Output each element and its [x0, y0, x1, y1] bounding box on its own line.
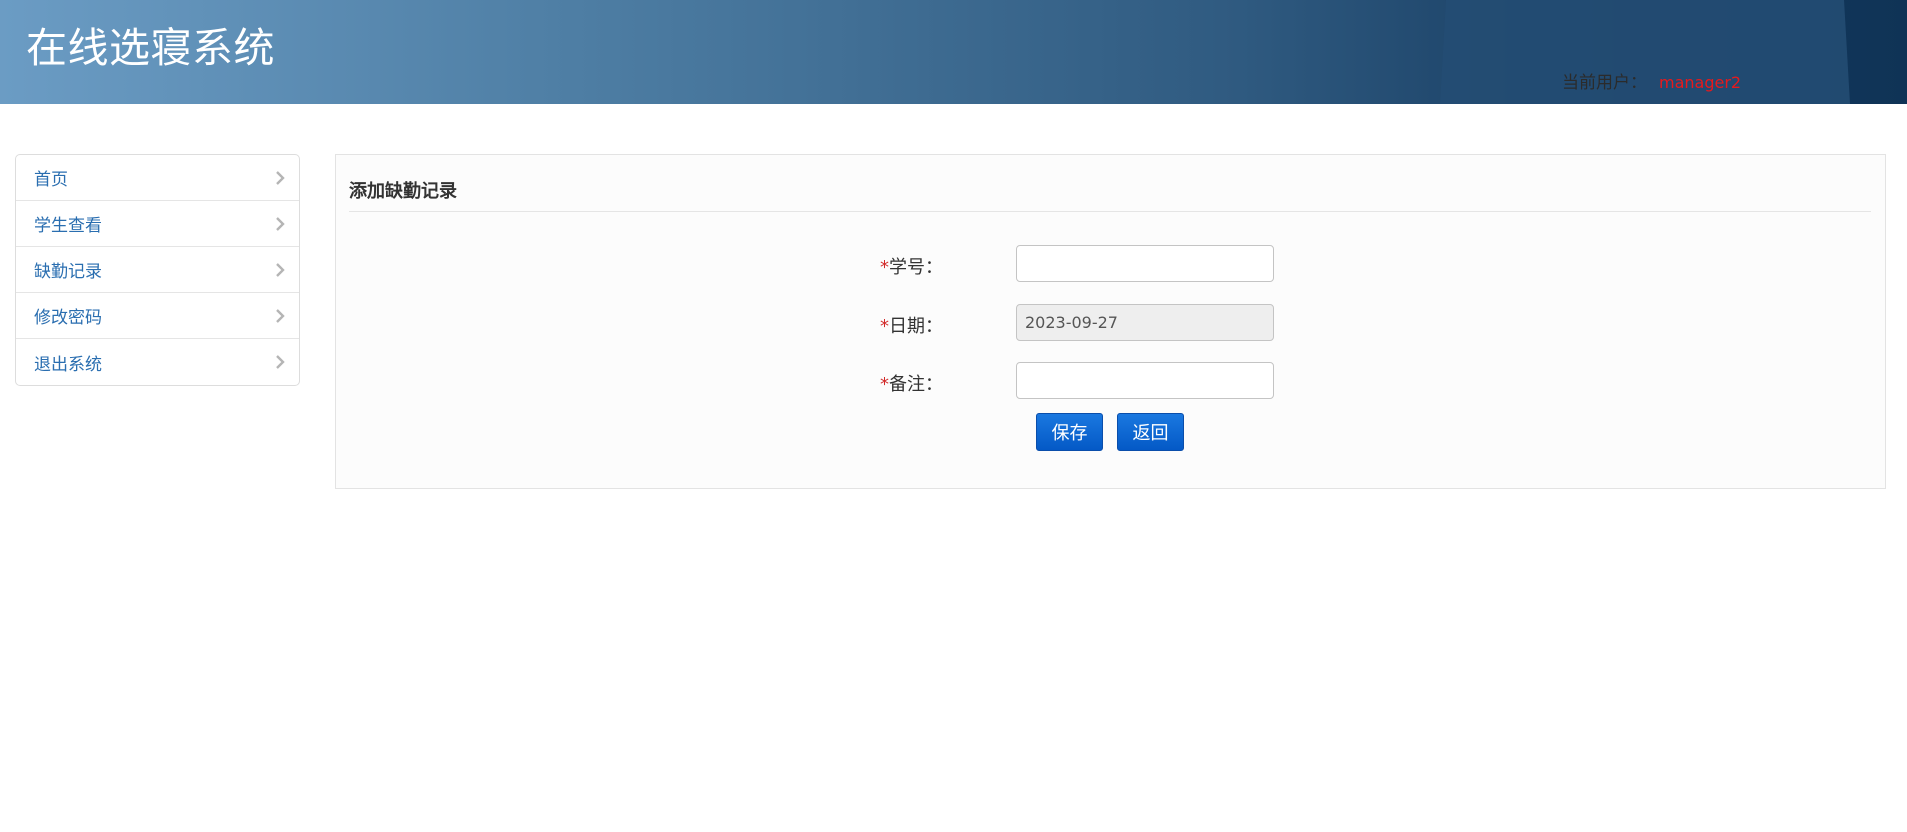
remark-input[interactable] [1016, 362, 1274, 399]
sidebar-item-label: 修改密码 [34, 308, 102, 328]
required-marker: * [880, 257, 889, 278]
student-id-label: *学号： [880, 257, 943, 278]
main-panel: 添加缺勤记录 *学号： *日期： *备注： 保存 返回 [335, 154, 1886, 489]
sidebar-item-absence[interactable]: 缺勤记录 [16, 247, 299, 293]
remark-label: *备注： [880, 374, 943, 395]
form-row-date: *日期： [336, 304, 1885, 342]
app-title: 在线选寝系统 [26, 24, 275, 72]
page-title: 添加缺勤记录 [349, 181, 457, 202]
sidebar-item-label: 学生查看 [34, 216, 102, 236]
sidebar-item-home[interactable]: 首页 [16, 155, 299, 201]
date-input[interactable] [1016, 304, 1274, 341]
chevron-right-icon [273, 355, 287, 369]
header: 在线选寝系统 当前用户： manager2 [0, 0, 1907, 104]
required-marker: * [880, 316, 889, 337]
sidebar-item-label: 首页 [34, 170, 68, 190]
sidebar: 首页 学生查看 缺勤记录 修改密码 退出系统 [15, 154, 300, 386]
current-user-label: 当前用户： [1562, 73, 1647, 93]
sidebar-item-students[interactable]: 学生查看 [16, 201, 299, 247]
form-row-student-id: *学号： [336, 245, 1885, 283]
current-user-info: 当前用户： manager2 [1562, 68, 1741, 93]
chevron-right-icon [273, 170, 287, 185]
student-id-input[interactable] [1016, 245, 1274, 282]
chevron-right-icon [273, 308, 287, 323]
sidebar-item-logout[interactable]: 退出系统 [16, 339, 299, 385]
form-row-remark: *备注： [336, 362, 1885, 400]
sidebar-item-label: 退出系统 [34, 354, 102, 375]
chevron-right-icon [273, 216, 287, 231]
back-button[interactable]: 返回 [1117, 413, 1184, 451]
title-divider [349, 211, 1871, 212]
sidebar-item-label: 缺勤记录 [34, 262, 102, 282]
sidebar-item-password[interactable]: 修改密码 [16, 293, 299, 339]
save-button[interactable]: 保存 [1036, 413, 1103, 451]
date-label: *日期： [880, 316, 943, 337]
required-marker: * [880, 374, 889, 395]
current-user-name: manager2 [1659, 73, 1742, 92]
chevron-right-icon [273, 262, 287, 277]
